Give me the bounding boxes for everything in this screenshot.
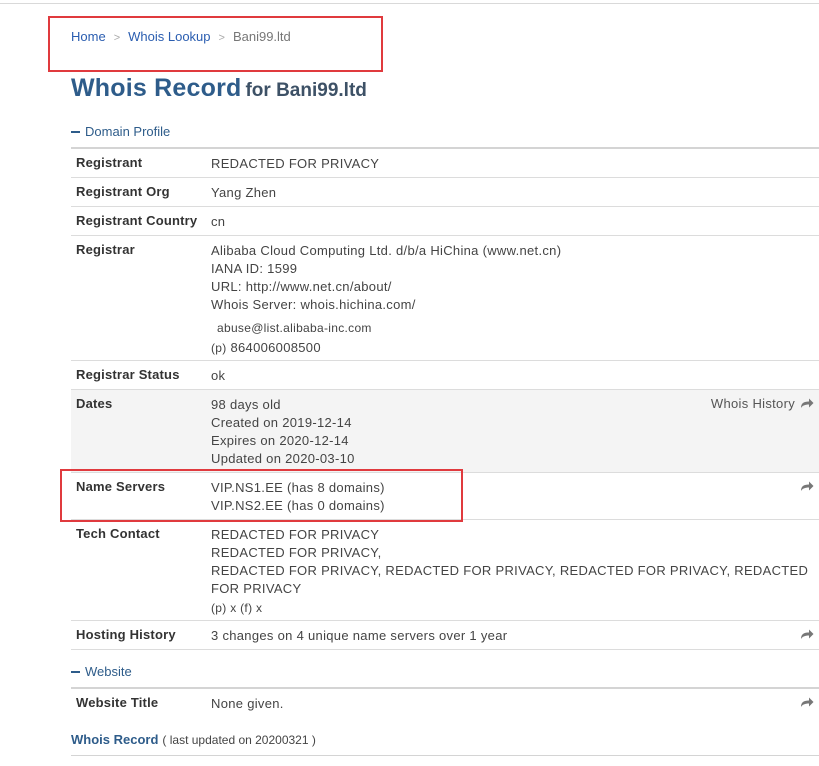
footer-title: Whois Record	[71, 732, 159, 747]
page-title-domain: for Bani99.ltd	[245, 80, 367, 101]
row-label: Hosting History	[76, 627, 176, 642]
tech-contact-phone-fax: (p) x (f) x	[211, 601, 263, 615]
row-label: Registrant Org	[76, 184, 170, 199]
section-domain-profile-toggle[interactable]: Domain Profile	[71, 124, 170, 139]
row-registrar-status: Registrar Status ok	[71, 361, 819, 390]
share-arrow-icon[interactable]	[800, 480, 814, 492]
section-website-toggle[interactable]: Website	[71, 664, 132, 679]
row-hosting-history: Hosting History 3 changes on 4 unique na…	[71, 621, 819, 650]
top-divider	[0, 3, 819, 4]
website-table: Website Title None given.	[71, 687, 819, 717]
expires-date: Expires on 2020-12-14	[211, 433, 349, 448]
registrar-url: URL: http://www.net.cn/about/	[211, 279, 392, 294]
row-dates: Dates 98 days old Created on 2019-12-14 …	[71, 390, 819, 473]
collapse-minus-icon	[71, 130, 80, 133]
section-title: Website	[85, 664, 132, 679]
updated-date: Updated on 2020-03-10	[211, 451, 355, 466]
row-website-title: Website Title None given.	[71, 689, 819, 717]
bottom-divider	[71, 755, 819, 756]
share-arrow-icon[interactable]	[800, 397, 814, 409]
page-title: Whois Record for Bani99.ltd	[71, 74, 367, 103]
registrar-details: Alibaba Cloud Computing Ltd. d/b/a HiChi…	[211, 242, 813, 357]
footer-last-updated: ( last updated on 20200321 )	[162, 733, 316, 747]
page-title-main: Whois Record	[71, 74, 242, 102]
highlight-box-name-servers	[60, 469, 463, 522]
tech-contact-line: REDACTED FOR PRIVACY, REDACTED FOR PRIVA…	[211, 563, 809, 596]
tech-contact-details: REDACTED FOR PRIVACY REDACTED FOR PRIVAC…	[211, 526, 813, 617]
row-value: cn	[211, 214, 226, 229]
row-label: Registrar	[76, 242, 135, 257]
phone-prefix: (p)	[211, 341, 227, 355]
tech-contact-line: REDACTED FOR PRIVACY,	[211, 545, 382, 560]
whois-record-footer: Whois Record( last updated on 20200321 )	[71, 732, 316, 747]
row-label: Registrant	[76, 155, 143, 170]
row-label: Dates	[76, 396, 113, 411]
row-label: Registrar Status	[76, 367, 180, 382]
row-value: REDACTED FOR PRIVACY	[211, 156, 380, 171]
share-arrow-icon[interactable]	[800, 628, 814, 640]
registrar-phone: 864006008500	[230, 340, 321, 355]
row-registrant-org: Registrant Org Yang Zhen	[71, 178, 819, 207]
collapse-minus-icon	[71, 670, 80, 673]
tech-contact-line: REDACTED FOR PRIVACY	[211, 527, 380, 542]
row-label: Registrant Country	[76, 213, 198, 228]
row-label: Tech Contact	[76, 526, 160, 541]
row-registrar: Registrar Alibaba Cloud Computing Ltd. d…	[71, 236, 819, 361]
registrar-abuse-email: abuse@list.alibaba-inc.com	[217, 321, 372, 335]
section-title: Domain Profile	[85, 124, 171, 139]
row-value: 3 changes on 4 unique name servers over …	[211, 628, 508, 643]
registrar-whois-server: Whois Server: whois.hichina.com/	[211, 297, 416, 312]
registrar-name: Alibaba Cloud Computing Ltd. d/b/a HiChi…	[211, 243, 562, 258]
created-date: Created on 2019-12-14	[211, 415, 352, 430]
whois-history-link[interactable]: Whois History	[711, 396, 795, 411]
registrar-iana-id: IANA ID: 1599	[211, 261, 298, 276]
row-tech-contact: Tech Contact REDACTED FOR PRIVACY REDACT…	[71, 520, 819, 621]
row-registrant: Registrant REDACTED FOR PRIVACY	[71, 149, 819, 178]
highlight-box-breadcrumb	[48, 16, 383, 72]
share-arrow-icon[interactable]	[800, 696, 814, 708]
domain-profile-table: Registrant REDACTED FOR PRIVACY Registra…	[71, 147, 819, 650]
row-value: Yang Zhen	[211, 185, 277, 200]
row-label: Website Title	[76, 695, 159, 710]
row-registrant-country: Registrant Country cn	[71, 207, 819, 236]
row-value: None given.	[211, 696, 284, 711]
row-value: ok	[211, 368, 226, 383]
